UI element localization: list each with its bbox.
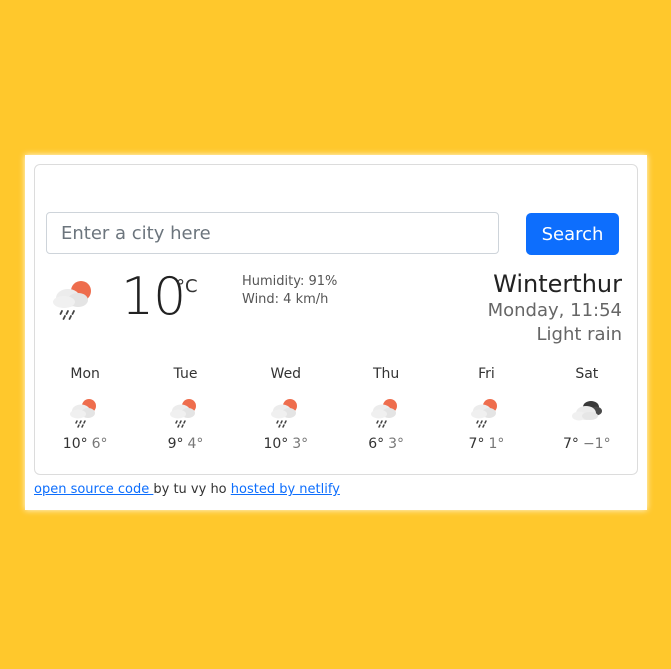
weather-card: Search 10 °C Humidity: 91% Wind: 4 km/h … <box>34 164 638 475</box>
humidity-text: Humidity: 91% <box>242 274 338 289</box>
location-block: Winterthur Monday, 11:54 Light rain <box>488 269 622 347</box>
temperature-unit: °C <box>176 276 198 297</box>
source-code-link[interactable]: open source code <box>34 482 153 497</box>
rain-sun-icon <box>70 399 97 428</box>
forecast-min-temp: −1° <box>582 436 611 452</box>
forecast-min-temp: 3° <box>292 436 309 452</box>
forecast-max-temp: 10° <box>62 436 88 452</box>
search-button[interactable]: Search <box>526 213 619 255</box>
rain-sun-icon <box>371 399 398 428</box>
forecast-min-temp: 1° <box>488 436 505 452</box>
weather-condition: Light rain <box>536 324 622 345</box>
forecast-temps: 10° 3° <box>236 435 336 453</box>
forecast-max-temp: 7° <box>468 436 485 452</box>
forecast-temps: 6° 3° <box>336 435 436 453</box>
forecast-day-name: Tue <box>173 366 198 382</box>
forecast-temps: 9° 4° <box>135 435 235 453</box>
forecast-day: Fri 7° 1° <box>436 365 536 453</box>
weather-details: Humidity: 91% Wind: 4 km/h <box>242 273 337 309</box>
rain-sun-icon <box>270 399 297 428</box>
forecast-day-name: Thu <box>372 366 400 382</box>
forecast-min-temp: 4° <box>187 436 204 452</box>
footer: open source code by tu vy ho hosted by n… <box>34 482 340 497</box>
date-time: Monday, 11:54 <box>487 300 622 321</box>
forecast-day: Sat 7° −1° <box>537 365 637 453</box>
forecast-day-name: Mon <box>70 366 100 382</box>
forecast-temps: 10° 6° <box>35 435 135 453</box>
forecast-temps: 7° −1° <box>537 435 637 453</box>
forecast-min-temp: 3° <box>388 436 405 452</box>
wind-text: Wind: 4 km/h <box>242 292 329 307</box>
forecast-min-temp: 6° <box>91 436 108 452</box>
app-container: Search 10 °C Humidity: 91% Wind: 4 km/h … <box>25 155 647 510</box>
forecast-max-temp: 10° <box>263 436 289 452</box>
forecast-day: Tue 9° 4° <box>135 365 235 453</box>
search-input[interactable] <box>46 212 499 254</box>
forecast-temps: 7° 1° <box>436 435 536 453</box>
forecast-day-name: Sat <box>575 366 599 382</box>
forecast-day-name: Fri <box>478 366 495 382</box>
forecast-max-temp: 6° <box>368 436 385 452</box>
forecast-day-name: Wed <box>270 366 302 382</box>
broken-clouds-icon <box>571 401 602 421</box>
rain-sun-icon <box>170 399 197 428</box>
forecast-day: Wed 10° 3° <box>236 365 336 453</box>
rain-sun-icon <box>53 281 91 320</box>
forecast-max-temp: 9° <box>167 436 184 452</box>
city-name: Winterthur <box>493 270 622 298</box>
rain-sun-icon <box>471 399 498 428</box>
forecast-day: Thu 6° 3° <box>336 365 436 453</box>
forecast-max-temp: 7° <box>563 436 579 452</box>
forecast-day: Mon 10° 6° <box>35 365 135 453</box>
author-text: by tu vy ho <box>153 482 231 497</box>
netlify-link[interactable]: hosted by netlify <box>231 482 340 497</box>
forecast-row: Mon 10° 6° Tue 9° 4° Wed 10° 3° Thu 6° 3… <box>35 365 637 453</box>
